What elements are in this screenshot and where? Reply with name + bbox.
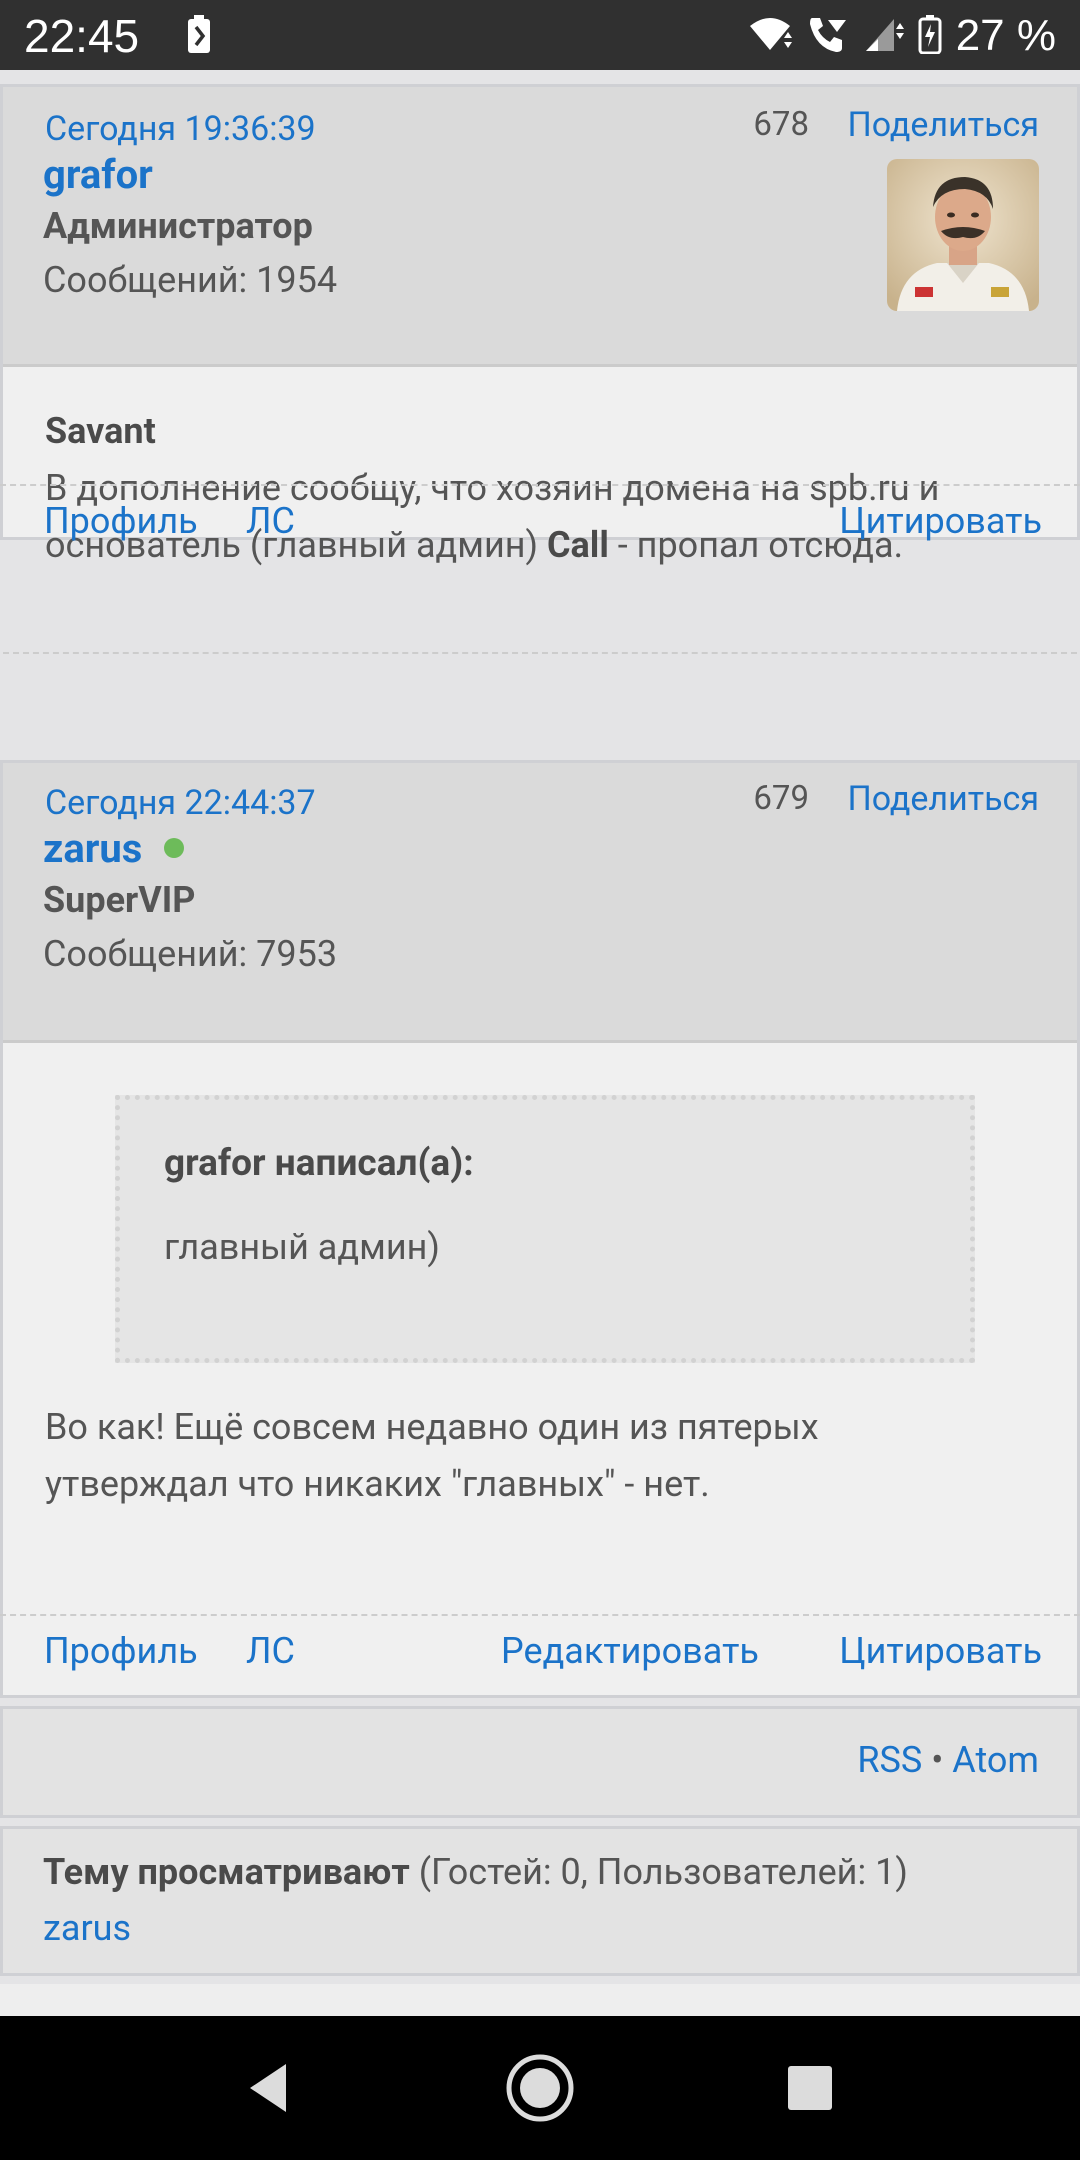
pm-link[interactable]: ЛС [246, 500, 295, 542]
profile-link[interactable]: Профиль [44, 500, 198, 542]
post-number: 679 [753, 779, 809, 818]
rss-link[interactable]: RSS [857, 1739, 922, 1781]
quote-text: главный админ) [164, 1226, 440, 1268]
topic-viewers-label: Тему просматривают [43, 1851, 410, 1893]
forum-post: Сегодня 19:36:39 678 Поделиться grafor А… [0, 84, 1080, 654]
forum-post: Сегодня 22:44:37 679 Поделиться zarus Su… [0, 760, 1080, 1698]
post-date[interactable]: Сегодня 19:36:39 [45, 109, 316, 149]
post-author[interactable]: grafor [43, 151, 153, 198]
post-header: Сегодня 19:36:39 678 Поделиться grafor А… [3, 87, 1077, 367]
status-icons: 27 % [748, 8, 1056, 64]
post-date[interactable]: Сегодня 22:44:37 [45, 783, 316, 823]
quote-link[interactable]: Цитировать [839, 500, 1042, 542]
post-author-role: Администратор [43, 205, 313, 247]
post-header: Сегодня 22:44:37 679 Поделиться zarus Su… [3, 763, 1077, 1043]
battery-percent: 27 % [955, 11, 1056, 60]
feed-links: RSS • Atom [857, 1739, 1039, 1781]
post-addressee: Savant [45, 410, 156, 452]
pager-peek [0, 1984, 1080, 2016]
topic-content: Сегодня 19:36:39 678 Поделиться grafor А… [0, 70, 1080, 2016]
pm-link[interactable]: ЛС [246, 1630, 295, 1672]
battery-charging-icon [918, 14, 942, 58]
topic-viewer-user[interactable]: zarus [43, 1907, 131, 1949]
post-footer-divider [0, 1614, 1080, 1616]
feed-separator: • [931, 1739, 944, 1781]
status-time: 22:45 [24, 10, 140, 62]
online-status-icon [164, 838, 185, 859]
post-author-message-count: Сообщений: 7953 [43, 933, 338, 975]
post-message: Savant В дополнение сообщу, что хозяин д… [45, 403, 1035, 574]
back-icon[interactable] [198, 2016, 338, 2160]
recents-icon[interactable] [740, 2016, 880, 2160]
status-bar: 22:45 27 % [0, 0, 1080, 70]
topic-viewers-summary: Тему просматривают (Гостей: 0, Пользоват… [43, 1851, 908, 1893]
quote-block: grafor написал(а): главный админ) [115, 1095, 975, 1363]
phone-call-icon [806, 14, 850, 58]
edit-link[interactable]: Редактировать [501, 1630, 759, 1672]
post-author-role: SuperVIP [43, 879, 196, 921]
post-text-bold: Call [546, 524, 609, 566]
profile-link[interactable]: Профиль [44, 1630, 198, 1672]
cell-signal-icon [864, 15, 904, 57]
topic-viewers-box: Тему просматривают (Гостей: 0, Пользоват… [0, 1826, 1080, 1976]
home-icon[interactable] [470, 2016, 610, 2160]
share-link[interactable]: Поделиться [847, 779, 1039, 819]
post-footer [3, 652, 1077, 654]
post-author[interactable]: zarus [43, 825, 185, 872]
navigation-bar [0, 2016, 1080, 2160]
wifi-icon [748, 16, 792, 56]
battery-saver-icon [186, 15, 212, 59]
post-footer-divider [0, 484, 1080, 486]
quote-title: grafor написал(а): [164, 1142, 474, 1185]
topic-viewers-counts: (Гостей: 0, Пользователей: 1) [418, 1851, 908, 1893]
quote-link[interactable]: Цитировать [839, 1630, 1042, 1672]
post-author-name[interactable]: zarus [43, 825, 142, 872]
post-author-message-count: Сообщений: 1954 [43, 259, 338, 301]
feed-links-box: RSS • Atom [0, 1706, 1080, 1818]
user-avatar[interactable] [887, 159, 1039, 311]
post-body: grafor написал(а): главный админ) Во как… [3, 1043, 1077, 1583]
post-number: 678 [753, 105, 809, 144]
atom-link[interactable]: Atom [952, 1739, 1039, 1781]
share-link[interactable]: Поделиться [847, 105, 1039, 145]
post-message: Во как! Ещё совсем недавно один из пятер… [45, 1406, 819, 1505]
